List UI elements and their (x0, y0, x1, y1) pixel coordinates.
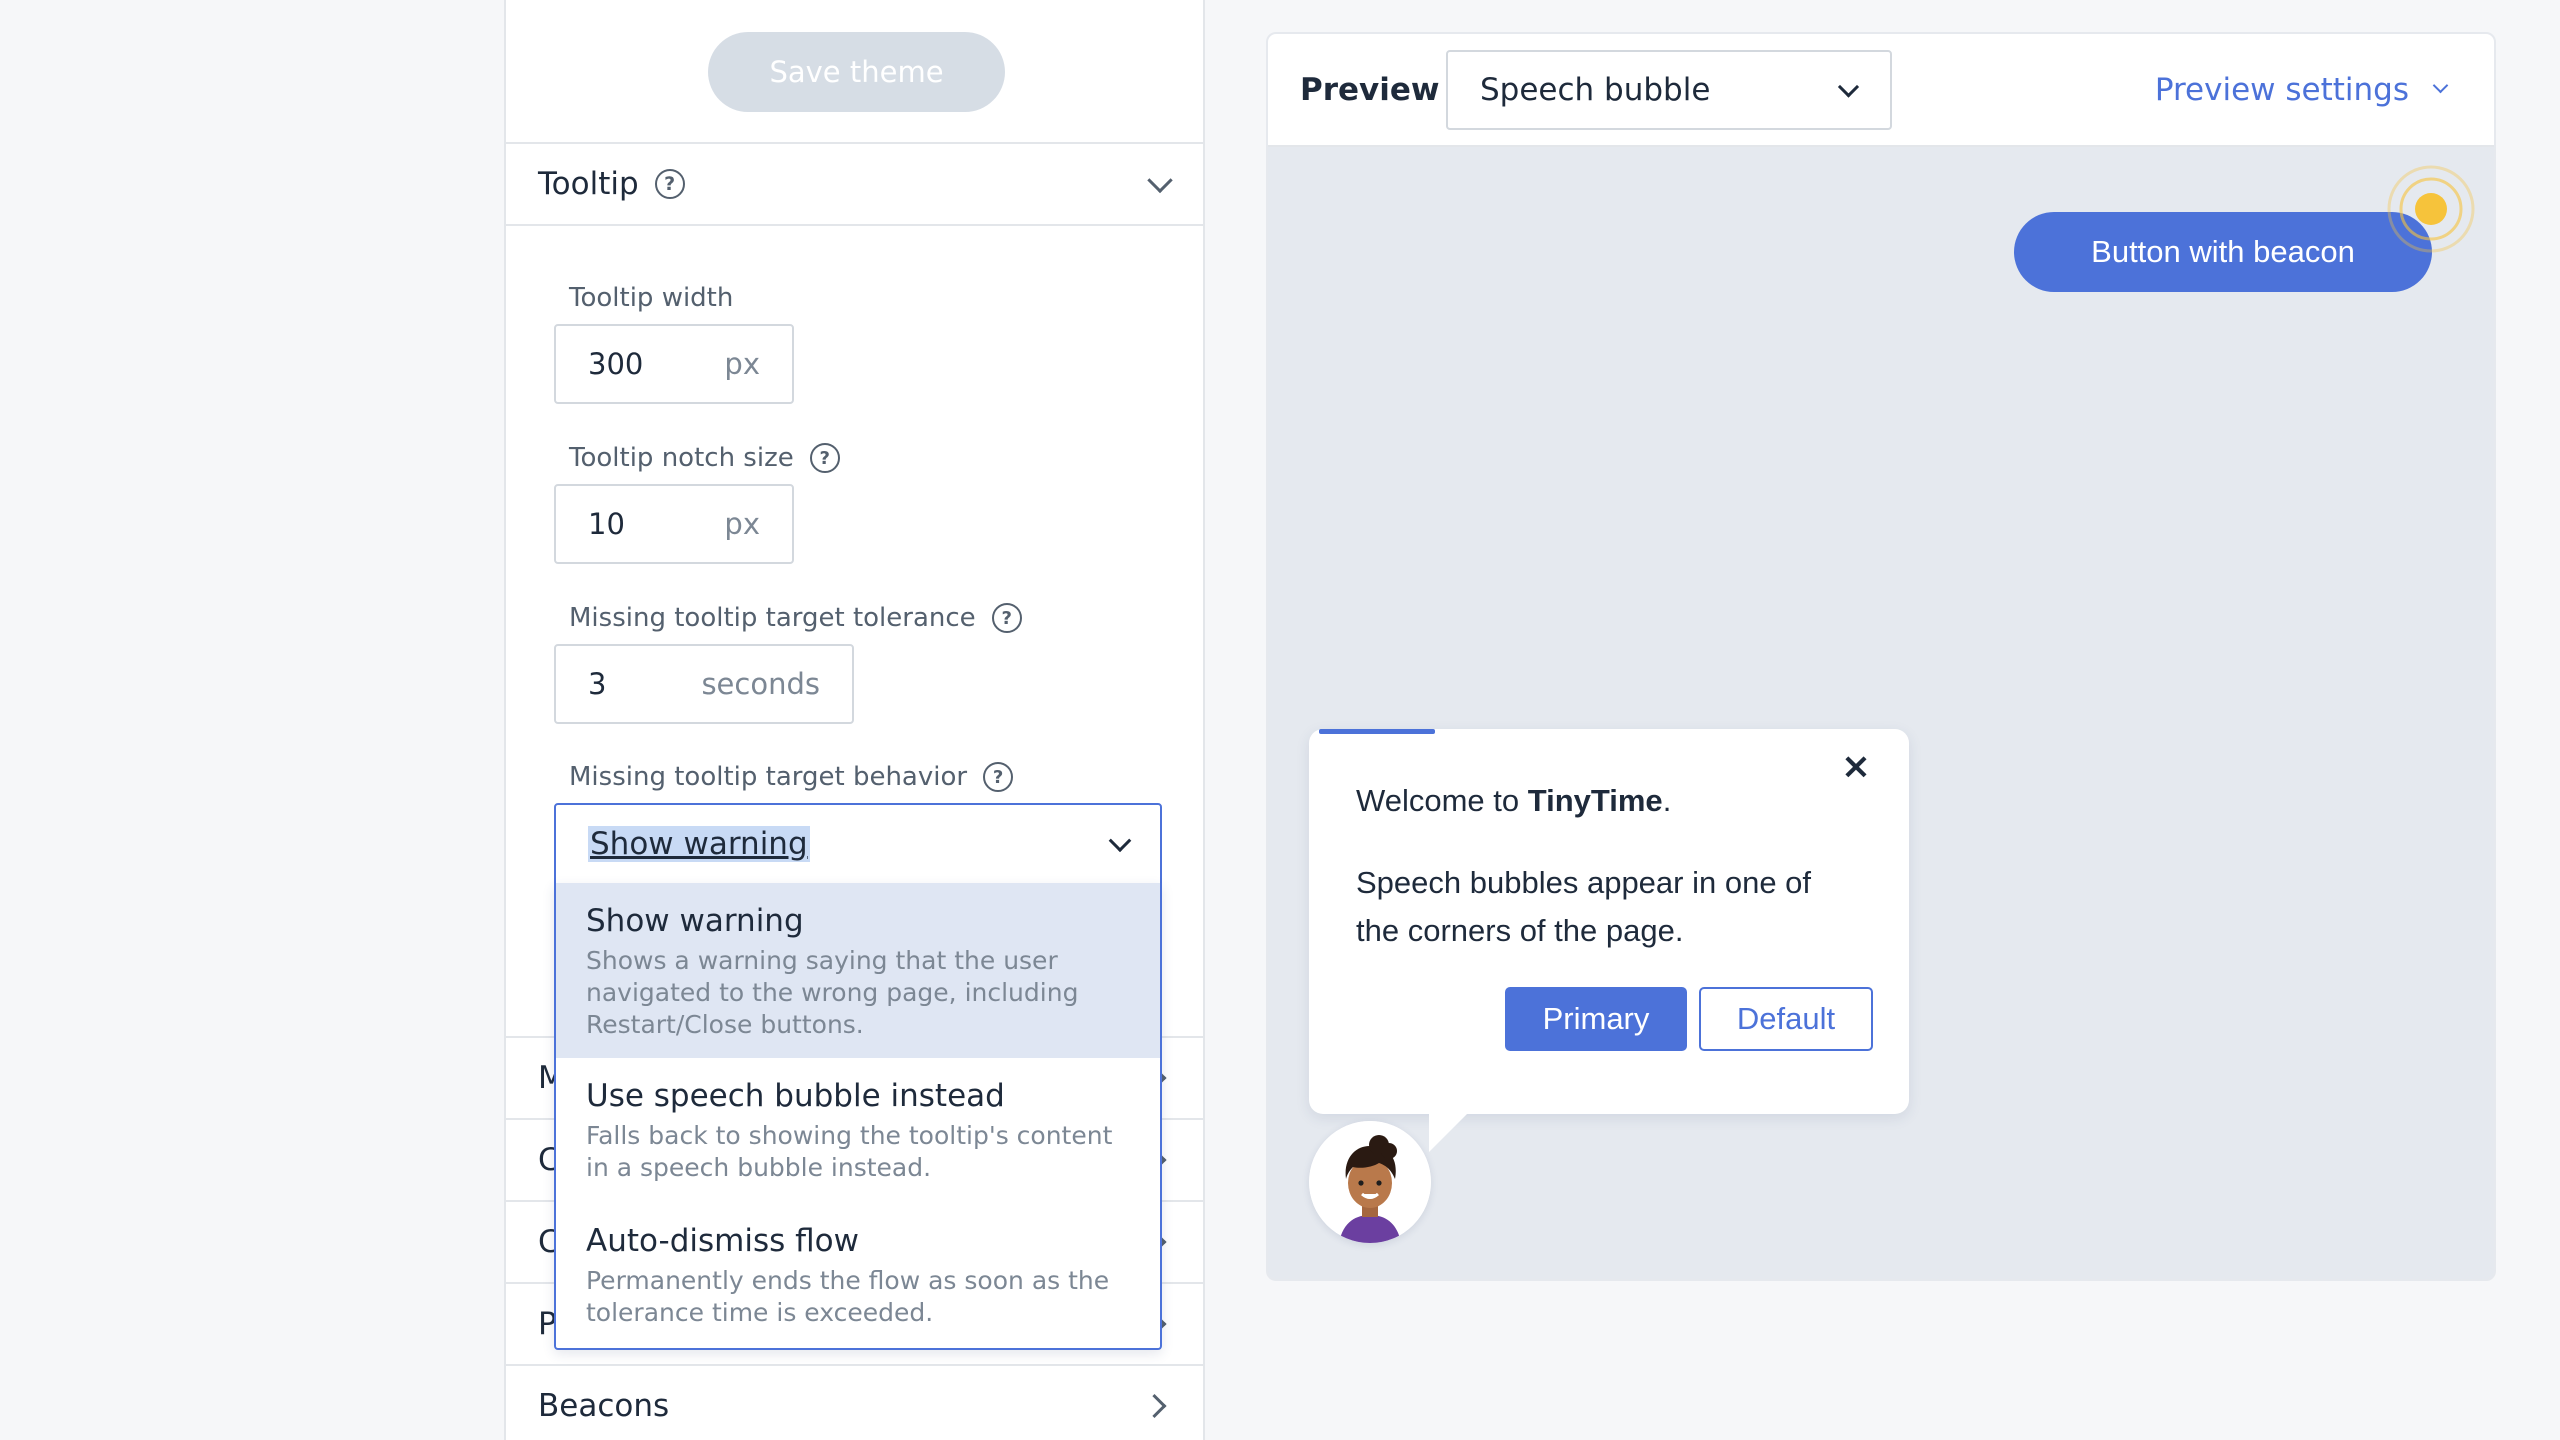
tooltip-notch-unit: px (724, 507, 760, 541)
preview-label: Preview (1300, 71, 1440, 108)
tooltip-notch-value: 10 (588, 507, 625, 541)
option-description: Falls back to showing the tooltip's cont… (586, 1121, 1113, 1182)
tooltip-section-header[interactable]: Tooltip ? (506, 144, 1203, 226)
dropdown-option-show-warning[interactable]: Show warning Shows a warning saying that… (556, 883, 1160, 1058)
brand-name: TinyTime (1527, 783, 1663, 818)
option-title: Use speech bubble instead (586, 1078, 1005, 1114)
welcome-suffix: . (1662, 783, 1672, 818)
speech-bubble: × Welcome to TinyTime. Speech bubbles ap… (1309, 729, 1909, 1152)
chevron-down-icon (1147, 167, 1173, 194)
welcome-prefix: Welcome to (1356, 783, 1528, 818)
behavior-dropdown-list: Show warning Shows a warning saying that… (554, 883, 1162, 1350)
tooltip-notch-label: Tooltip notch size ? (569, 443, 840, 473)
chevron-down-icon (1837, 76, 1860, 98)
help-icon[interactable]: ? (991, 603, 1022, 633)
help-icon[interactable]: ? (809, 443, 840, 473)
preview-panel: Preview Speech bubble Preview settings B… (1266, 32, 2496, 1281)
tooltip-width-label: Tooltip width (569, 283, 733, 313)
tooltip-section-title: Tooltip (538, 166, 639, 202)
preview-mode-value: Speech bubble (1480, 72, 1711, 108)
behavior-selected-value: Show warning (588, 826, 810, 862)
tolerance-value: 3 (588, 667, 607, 701)
chevron-down-icon (2432, 77, 2449, 94)
preview-header: Preview Speech bubble Preview settings (1268, 34, 2494, 147)
tolerance-label: Missing tooltip target tolerance ? (569, 603, 1022, 633)
option-title: Auto-dismiss flow (586, 1223, 859, 1259)
tooltip-width-label-text: Tooltip width (569, 283, 734, 313)
avatar (1309, 1121, 1431, 1243)
help-icon[interactable]: ? (654, 169, 685, 199)
tooltip-width-unit: px (724, 347, 760, 381)
preview-settings-label: Preview settings (2154, 71, 2409, 108)
tolerance-input[interactable]: 3 seconds (554, 644, 854, 724)
dropdown-option-auto-dismiss[interactable]: Auto-dismiss flow Permanently ends the f… (556, 1203, 1160, 1343)
bubble-welcome-text: Welcome to TinyTime. (1356, 783, 1671, 819)
theme-settings-panel: Save theme Tooltip ? Tooltip width 300 p… (504, 0, 1205, 1440)
tolerance-unit: seconds (701, 667, 820, 701)
option-description: Shows a warning saying that the user nav… (586, 946, 1079, 1039)
primary-button[interactable]: Primary (1505, 987, 1687, 1051)
tooltip-width-value: 300 (588, 347, 644, 381)
behavior-label-text: Missing tooltip target behavior (569, 762, 968, 792)
tolerance-label-text: Missing tooltip target tolerance (569, 603, 976, 633)
behavior-label: Missing tooltip target behavior ? (569, 762, 1014, 792)
beacons-section-header[interactable]: Beacons (506, 1364, 1203, 1440)
dropdown-option-speech-bubble[interactable]: Use speech bubble instead Falls back to … (556, 1058, 1160, 1203)
bubble-body-text: Speech bubbles appear in one of the corn… (1356, 865, 1812, 948)
tooltip-notch-label-text: Tooltip notch size (569, 443, 794, 473)
behavior-select[interactable]: Show warning (554, 803, 1162, 885)
save-bar: Save theme (506, 0, 1203, 144)
help-icon[interactable]: ? (983, 762, 1014, 792)
button-with-beacon[interactable]: Button with beacon (2014, 212, 2432, 292)
beacons-section-title: Beacons (538, 1388, 670, 1424)
avatar-illustration (1309, 1121, 1431, 1243)
save-theme-button[interactable]: Save theme (708, 32, 1005, 112)
tooltip-width-input[interactable]: 300 px (554, 324, 794, 404)
tooltip-notch-input[interactable]: 10 px (554, 484, 794, 564)
preview-mode-select[interactable]: Speech bubble (1446, 50, 1892, 130)
preview-settings-link[interactable]: Preview settings (2154, 71, 2449, 108)
chevron-right-icon (1142, 1393, 1167, 1419)
beacon-icon[interactable] (2386, 164, 2476, 254)
flow-progress-bar (1319, 729, 1435, 734)
option-description: Permanently ends the flow as soon as the… (586, 1266, 1110, 1327)
close-icon[interactable]: × (1841, 749, 1871, 785)
default-button[interactable]: Default (1699, 987, 1873, 1051)
option-title: Show warning (586, 903, 804, 939)
chevron-down-icon (1108, 829, 1132, 853)
bubble-notch (1429, 1112, 1469, 1152)
